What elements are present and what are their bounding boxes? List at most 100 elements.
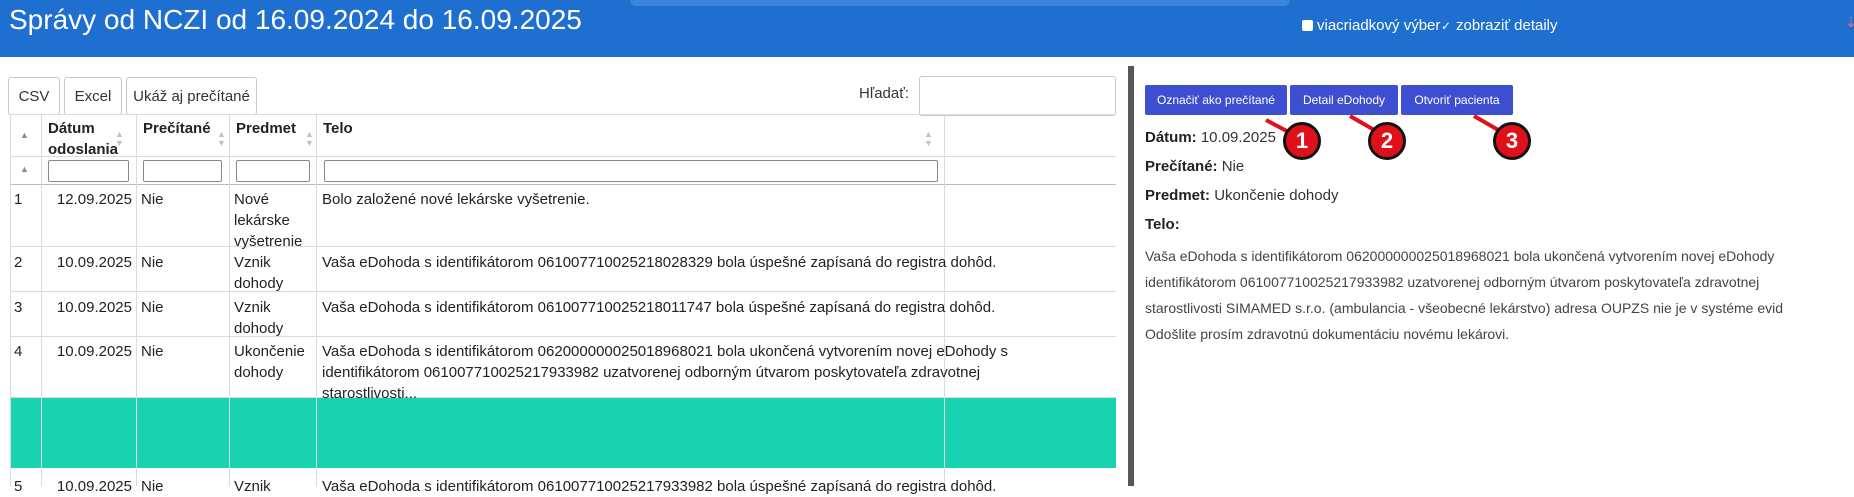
mark-read-button[interactable]: Označiť ako prečítané (1145, 85, 1287, 115)
row-read: Nie (141, 478, 164, 495)
row-divider (10, 291, 1116, 292)
row-subject-line: lekárske (234, 212, 290, 229)
row-subject-line: dohody (234, 320, 284, 337)
csv-button[interactable]: CSV (8, 77, 60, 115)
column-header-subject[interactable]: Predmet ▲ ▼ (236, 118, 314, 148)
row-read: Nie (141, 191, 164, 208)
multi-select-toggle[interactable]: viacriadkový výber (1302, 17, 1440, 34)
column-header-read-label: Prečítané (143, 120, 211, 137)
row-read: Nie (141, 254, 164, 271)
multi-select-checkbox[interactable] (1302, 20, 1313, 31)
sort-icon: ▲ ▼ (924, 129, 933, 148)
panel-splitter[interactable] (1128, 66, 1134, 486)
row-number: 3 (14, 299, 23, 316)
row-number: 2 (14, 254, 23, 271)
filter-body-input[interactable] (324, 160, 938, 182)
detail-subject-label: Predmet: (1145, 187, 1211, 204)
show-read-button[interactable]: Ukáž aj prečítané (126, 77, 257, 115)
row-date: 10.09.2025 (56, 254, 132, 271)
detail-date: Dátum: 10.09.2025 (1145, 129, 1276, 146)
row-body-line: starostlivosti... (322, 385, 418, 402)
row-body: Vaša eDohoda s identifikátorom 062000000… (322, 341, 1008, 404)
row-number: 4 (14, 343, 23, 360)
detail-body-line: Odošlite prosím zdravotnú dokumentáciu n… (1145, 326, 1510, 342)
column-header-body[interactable]: Telo ▲ ▼ (323, 118, 937, 148)
header-highlight (630, 0, 1290, 6)
col-divider (316, 114, 317, 486)
filter-read-input[interactable] (143, 160, 222, 182)
search-label: Hľadať: (859, 85, 910, 102)
filter-date-input[interactable] (48, 160, 129, 182)
row-subject: Vznik dohody (234, 252, 283, 294)
row-subject: Vznik (234, 478, 271, 495)
open-patient-button[interactable]: Otvoriť pacienta (1401, 85, 1513, 115)
edohoda-detail-button[interactable]: Detail eDohody (1290, 85, 1398, 115)
column-header-index[interactable]: ▲ (10, 114, 41, 156)
excel-button[interactable]: Excel (64, 77, 122, 115)
detail-date-value: 10.09.2025 (1200, 129, 1276, 146)
row-subject: Nové lekárske vyšetrenie (234, 189, 302, 252)
sort-icon: ▲ ▼ (217, 129, 226, 148)
sort-asc-icon: ▲ (20, 130, 29, 140)
row-date: 12.09.2025 (56, 191, 132, 208)
row-date: 10.09.2025 (56, 343, 132, 360)
row-read: Nie (141, 299, 164, 316)
row-subject-line: dohody (234, 275, 284, 292)
filter-icon[interactable]: ⇣ (1845, 14, 1854, 31)
multi-select-label: viacriadkový výber (1317, 17, 1441, 34)
row-body: Vaša eDohoda s identifikátorom 061007710… (322, 299, 996, 316)
detail-read-value: Nie (1221, 158, 1245, 175)
show-details-toggle[interactable]: ✓ zobraziť detaily (1441, 17, 1558, 34)
row-body: Bolo založené nové lekárske vyšetrenie. (322, 191, 590, 208)
detail-subject: Predmet: Ukončenie dohody (1145, 187, 1338, 204)
sort-icon: ▲ ▼ (305, 129, 314, 148)
detail-date-label: Dátum: (1145, 129, 1197, 146)
row-body-line: identifikátorom 061007710025217933982 uz… (322, 364, 981, 381)
table-filter-divider (10, 184, 1116, 185)
row-subject-line: Ukončenie (234, 343, 305, 360)
row-body: Vaša eDohoda s identifikátorom 061007710… (322, 254, 997, 271)
detail-body: Vaša eDohoda s identifikátorom 062000000… (1145, 243, 1783, 347)
detail-subject-value: Ukončenie dohody (1214, 187, 1339, 204)
row-date: 10.09.2025 (56, 299, 132, 316)
table-header-divider (10, 156, 1116, 157)
show-details-label: zobraziť detaily (1456, 17, 1558, 34)
annotation-marker: 2 (1368, 122, 1406, 160)
table-border-top (10, 114, 1116, 115)
row-number: 1 (14, 191, 23, 208)
page-title: Správy od NCZI od 16.09.2024 do 16.09.20… (9, 4, 582, 35)
detail-body-label: Telo: (1145, 216, 1180, 233)
detail-read-label: Prečítané: (1145, 158, 1218, 175)
row-subject-line: dohody (234, 364, 284, 381)
sort-icon: ▲ ▼ (115, 129, 124, 148)
row-divider (10, 336, 1116, 337)
row-read: Nie (141, 343, 164, 360)
row-subject-line: Vznik (234, 254, 271, 271)
annotation-marker: 1 (1283, 122, 1321, 160)
detail-body-line: starostlivosti SIMAMED s.r.o. (ambulanci… (1145, 300, 1784, 316)
row-divider (10, 246, 1116, 247)
row-subject-line: Nové (234, 191, 270, 208)
row-subject-line: vyšetrenie (234, 233, 303, 250)
column-header-date[interactable]: Dátum odoslania ▲ ▼ (48, 118, 128, 160)
row-subject: Ukončenie dohody (234, 341, 305, 383)
search-input[interactable] (919, 76, 1116, 116)
detail-body-line: identifikátorom 061007710025217933982 uz… (1145, 274, 1760, 290)
row-subject: Vznik dohody (234, 297, 283, 339)
filter-subject-input[interactable] (236, 160, 310, 182)
column-header-subject-label: Predmet (236, 120, 297, 137)
detail-body-heading: Telo: (1145, 216, 1180, 233)
detail-read: Prečítané: Nie (1145, 158, 1244, 175)
col-divider (229, 114, 230, 486)
row-body: Vaša eDohoda s identifikátorom 061007710… (322, 478, 997, 495)
annotation-marker: 3 (1493, 122, 1531, 160)
column-header-read[interactable]: Prečítané ▲ ▼ (143, 118, 226, 148)
row-number: 5 (14, 478, 23, 495)
row-subject-line: Vznik (234, 299, 271, 316)
col-divider (10, 114, 11, 486)
row-body-line: Vaša eDohoda s identifikátorom 062000000… (322, 343, 1009, 360)
selected-row-highlight (10, 397, 1116, 468)
detail-body-line: Vaša eDohoda s identifikátorom 062000000… (1145, 248, 1775, 264)
app-header: Správy od NCZI od 16.09.2024 do 16.09.20… (0, 0, 1854, 57)
col-divider (136, 114, 137, 486)
